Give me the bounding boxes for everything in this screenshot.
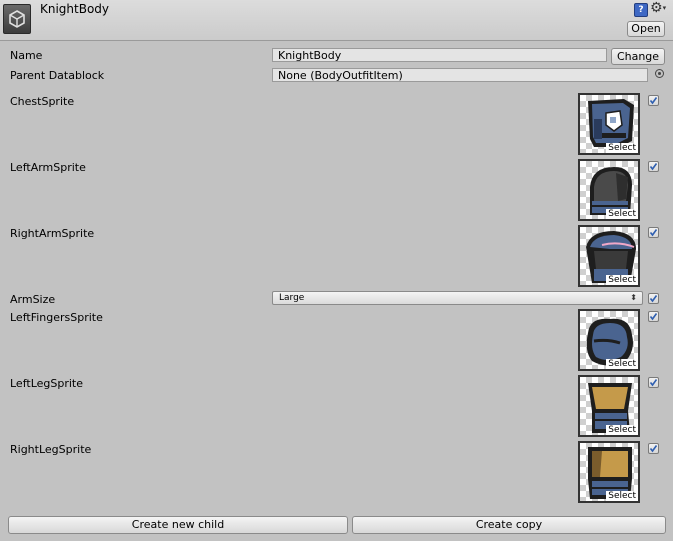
right-leg-sprite-field[interactable]: Select	[578, 441, 640, 503]
select-label[interactable]: Select	[606, 491, 638, 501]
parent-datablock-label: Parent Datablock	[10, 69, 105, 82]
left-leg-sprite-field[interactable]: Select	[578, 375, 640, 437]
open-button[interactable]: Open	[627, 21, 665, 37]
create-new-child-button[interactable]: Create new child	[8, 516, 348, 534]
change-button[interactable]: Change	[611, 48, 665, 65]
chest-sprite-label: ChestSprite	[10, 95, 75, 108]
chest-sprite-checkbox[interactable]	[648, 95, 659, 106]
select-label[interactable]: Select	[606, 275, 638, 285]
left-fingers-sprite-checkbox[interactable]	[648, 311, 659, 322]
right-arm-sprite-checkbox[interactable]	[648, 227, 659, 238]
name-field[interactable]: KnightBody	[272, 48, 607, 62]
arm-size-checkbox[interactable]	[648, 293, 659, 304]
inspector-header: KnightBody ? ⚙▾ Open	[0, 0, 673, 41]
right-leg-sprite-checkbox[interactable]	[648, 443, 659, 454]
object-picker-icon[interactable]	[655, 69, 664, 78]
parent-datablock-field[interactable]: None (BodyOutfitItem)	[272, 68, 648, 82]
select-label[interactable]: Select	[606, 425, 638, 435]
unity-logo-icon	[3, 4, 31, 34]
inspector-title: KnightBody	[40, 2, 110, 16]
left-fingers-sprite-label: LeftFingersSprite	[10, 311, 103, 324]
arm-size-value: Large	[279, 293, 305, 303]
left-leg-sprite-checkbox[interactable]	[648, 377, 659, 388]
help-icon[interactable]: ?	[634, 3, 648, 17]
chest-sprite-field[interactable]: Select	[578, 93, 640, 155]
right-leg-sprite-label: RightLegSprite	[10, 443, 92, 456]
select-label[interactable]: Select	[606, 359, 638, 369]
name-label: Name	[10, 49, 43, 62]
left-leg-sprite-label: LeftLegSprite	[10, 377, 84, 390]
left-arm-sprite-checkbox[interactable]	[648, 161, 659, 172]
create-copy-button[interactable]: Create copy	[352, 516, 666, 534]
select-label[interactable]: Select	[606, 209, 638, 219]
arm-size-dropdown[interactable]: Large ⬍	[272, 291, 643, 305]
left-fingers-sprite-field[interactable]: Select	[578, 309, 640, 371]
dropdown-arrows-icon: ⬍	[630, 293, 637, 302]
right-arm-sprite-field[interactable]: Select	[578, 225, 640, 287]
gear-icon[interactable]: ⚙▾	[650, 1, 668, 16]
left-arm-sprite-label: LeftArmSprite	[10, 161, 86, 174]
left-arm-sprite-field[interactable]: Select	[578, 159, 640, 221]
right-arm-sprite-label: RightArmSprite	[10, 227, 95, 240]
select-label[interactable]: Select	[606, 143, 638, 153]
arm-size-label: ArmSize	[10, 293, 56, 306]
